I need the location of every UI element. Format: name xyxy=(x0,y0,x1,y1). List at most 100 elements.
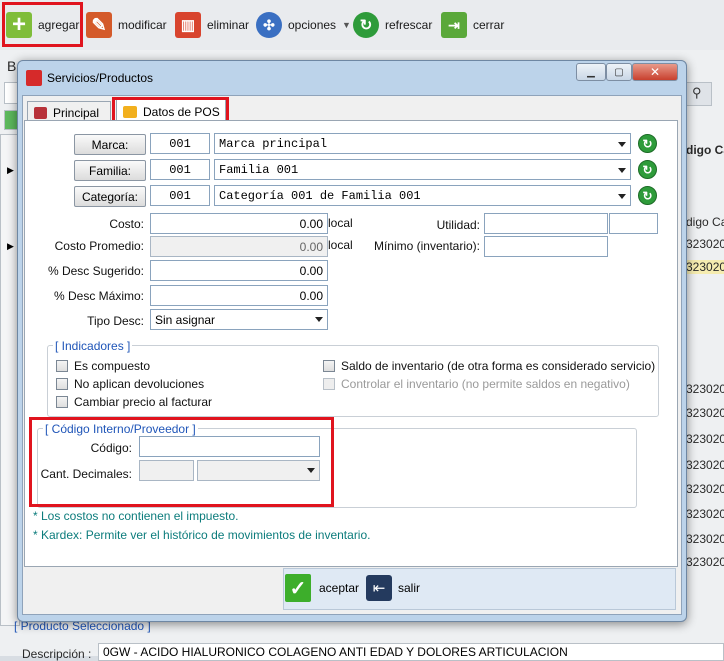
avg-cost-field: 0.00 xyxy=(150,236,328,257)
no-returns-checkbox[interactable] xyxy=(56,378,68,390)
close-label: cerrar xyxy=(473,18,505,32)
chevron-down-icon xyxy=(618,168,626,173)
bg-cell: 323020 xyxy=(686,406,724,420)
modify-label: modificar xyxy=(118,18,167,32)
close-window-button[interactable]: ✕ xyxy=(632,63,678,81)
min-inventory-label: Mínimo (inventario): xyxy=(373,239,480,253)
delete-button[interactable]: ▥ eliminar xyxy=(175,8,249,42)
refresh-icon: ↻ xyxy=(642,162,653,177)
discount-type-label: Tipo Desc: xyxy=(87,314,144,328)
suggested-discount-field[interactable]: 0.00 xyxy=(150,260,328,281)
note-kardex: * Kardex: Permite ver el histórico de mo… xyxy=(33,528,371,542)
minimize-button[interactable]: ▁ xyxy=(576,63,606,81)
add-highlight-box xyxy=(2,2,83,47)
exit-door-icon: ⇤ xyxy=(366,575,392,601)
utility-label: Utilidad: xyxy=(436,218,480,232)
modify-button[interactable]: ✎ modificar xyxy=(86,8,167,42)
exit-door-icon: ⇥ xyxy=(441,12,467,38)
category-select-value: Categoría 001 de Familia 001 xyxy=(219,189,421,203)
avg-cost-label: Costo Promedio: xyxy=(54,239,144,253)
max-discount-label: % Desc Máximo: xyxy=(53,289,144,303)
bg-cell-selected: 323020 xyxy=(686,260,724,274)
inventory-balance-checkbox[interactable] xyxy=(323,360,335,372)
close-icon: ✕ xyxy=(649,65,661,79)
bg-cell: 323020 xyxy=(686,432,724,446)
no-returns-label: No aplican devoluciones xyxy=(74,377,205,391)
options-button[interactable]: ✣ opciones ▼ xyxy=(256,8,351,42)
family-select[interactable]: Familia 001 xyxy=(214,159,631,180)
chevron-down-icon xyxy=(315,317,323,322)
bg-cell: 323020 xyxy=(686,482,724,496)
min-inventory-field[interactable] xyxy=(484,236,608,257)
chevron-down-icon xyxy=(618,194,626,199)
discount-type-select[interactable]: Sin asignar xyxy=(150,309,328,330)
internal-code-highlight-box xyxy=(29,417,334,507)
discount-type-value: Sin asignar xyxy=(155,313,216,327)
control-inventory-checkbox xyxy=(323,378,335,390)
bg-label-b: B xyxy=(7,58,17,74)
indicators-title: [ Indicadores ] xyxy=(53,339,133,353)
refresh-icon: ↻ xyxy=(642,136,653,151)
options-label: opciones xyxy=(288,18,337,32)
utility-field-2[interactable] xyxy=(609,213,658,234)
options-icon: ✣ xyxy=(256,12,282,38)
family-select-value: Familia 001 xyxy=(219,163,299,177)
brand-button[interactable]: Marca: xyxy=(74,134,146,155)
utility-field[interactable] xyxy=(484,213,608,234)
category-button[interactable]: Categoría: xyxy=(74,186,146,207)
chevron-down-icon xyxy=(618,142,626,147)
options-chevron-icon: ▼ xyxy=(342,20,351,30)
dialog-title: Servicios/Productos xyxy=(47,71,154,85)
category-select[interactable]: Categoría 001 de Familia 001 xyxy=(214,185,631,206)
note-costs: * Los costos no contienen el impuesto. xyxy=(33,509,239,523)
family-code-field[interactable]: 001 xyxy=(150,159,210,180)
close-button[interactable]: ⇥ cerrar xyxy=(441,8,504,42)
inventory-balance-label: Saldo de inventario (de otra forma es co… xyxy=(341,359,656,373)
refresh-icon: ↻ xyxy=(353,12,379,38)
exit-button[interactable]: ⇤ salir xyxy=(366,573,420,603)
row-pointer-icon: ▶ xyxy=(7,165,14,175)
family-button[interactable]: Familia: xyxy=(74,160,146,181)
family-refresh-button[interactable]: ↻ xyxy=(638,160,657,179)
bg-column-header-2: digo Cal xyxy=(686,215,724,229)
minimize-icon: ▁ xyxy=(587,66,595,78)
pencil-icon: ✎ xyxy=(86,12,112,38)
row-pointer-icon: ▶ xyxy=(7,241,14,251)
bg-cell: 323020 xyxy=(686,237,724,251)
search-icon: ⚲ xyxy=(692,85,702,100)
is-compound-checkbox[interactable] xyxy=(56,360,68,372)
bg-cell: 323020 xyxy=(686,532,724,546)
bg-search-button[interactable]: ⚲ xyxy=(686,82,712,106)
brand-select[interactable]: Marca principal xyxy=(214,133,631,154)
brand-refresh-button[interactable]: ↻ xyxy=(638,134,657,153)
brand-code-field[interactable]: 001 xyxy=(150,133,210,154)
category-refresh-button[interactable]: ↻ xyxy=(638,186,657,205)
accept-label: aceptar xyxy=(319,581,360,595)
bg-column-header: digo Ca xyxy=(686,143,724,157)
checkmark-icon: ✓ xyxy=(285,574,311,602)
main-toolbar: + agregar ✎ modificar ▥ eliminar ✣ opcio… xyxy=(0,0,724,51)
change-price-checkbox[interactable] xyxy=(56,396,68,408)
is-compound-label: Es compuesto xyxy=(74,359,151,373)
cost-label: Costo: xyxy=(109,217,144,231)
bg-description-label: Descripción : xyxy=(22,647,92,661)
delete-label: eliminar xyxy=(207,18,250,32)
avg-cost-unit: local xyxy=(328,238,353,252)
bg-cell: 323020 xyxy=(686,458,724,472)
accept-button[interactable]: ✓ aceptar xyxy=(285,573,359,603)
refresh-icon: ↻ xyxy=(642,188,653,203)
maximize-button[interactable]: ▢ xyxy=(606,63,632,81)
refresh-label: refrescar xyxy=(385,18,433,32)
tab-principal-label: Principal xyxy=(53,105,100,120)
cost-field[interactable]: 0.00 xyxy=(150,213,328,234)
bg-description-field[interactable]: 0GW - ACIDO HIALURONICO COLAGENO ANTI ED… xyxy=(98,643,724,661)
maximize-icon: ▢ xyxy=(614,66,624,78)
home-icon xyxy=(34,106,47,119)
bg-cell: 323020 xyxy=(686,382,724,396)
bg-cell: 323020 xyxy=(686,507,724,521)
category-code-field[interactable]: 001 xyxy=(150,185,210,206)
trash-icon: ▥ xyxy=(175,12,201,38)
max-discount-field[interactable]: 0.00 xyxy=(150,285,328,306)
suggested-discount-label: % Desc Sugerido: xyxy=(47,264,144,278)
refresh-button[interactable]: ↻ refrescar xyxy=(353,8,432,42)
